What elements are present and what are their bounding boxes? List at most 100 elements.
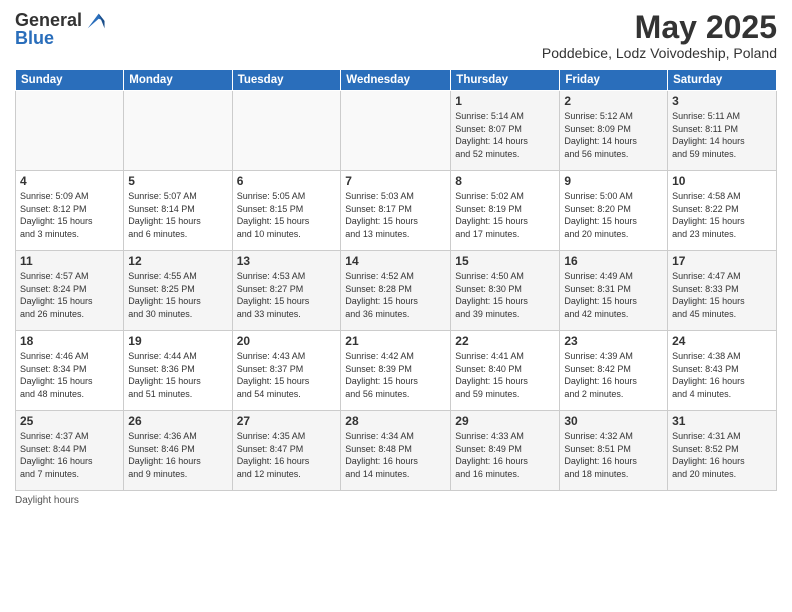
day-info: Sunrise: 4:43 AM Sunset: 8:37 PM Dayligh… (237, 350, 337, 400)
table-row: 6Sunrise: 5:05 AM Sunset: 8:15 PM Daylig… (232, 171, 341, 251)
table-row: 16 Sunrise: 4:49 AM Sunset: 8:31 PM Dayli… (560, 251, 668, 331)
table-row: 20 Sunrise: 4:43 AM Sunset: 8:37 PM Dayli… (232, 331, 341, 411)
logo-icon (84, 10, 106, 32)
day-number: 21 (345, 334, 446, 348)
table-row: 15 Sunrise: 4:50 AM Sunset: 8:30 PM Dayli… (451, 251, 560, 331)
day-number: 4 (20, 174, 119, 188)
table-row: 27 Sunrise: 4:35 AM Sunset: 8:47 PM Dayli… (232, 411, 341, 491)
page: General Blue May 2025 Poddebice, Lodz Vo… (0, 0, 792, 612)
location-title: Poddebice, Lodz Voivodeship, Poland (542, 45, 777, 61)
day-info: Sunrise: 4:44 AM Sunset: 8:36 PM Dayligh… (128, 350, 227, 400)
day-info: Sunrise: 4:41 AM Sunset: 8:40 PM Dayligh… (455, 350, 555, 400)
day-number: 9 (564, 174, 663, 188)
day-number: 25 (20, 414, 119, 428)
header-wednesday: Wednesday (341, 70, 451, 91)
day-info: Sunrise: 4:47 AM Sunset: 8:33 PM Dayligh… (672, 270, 772, 320)
table-row: 17Sunrise: 4:47 AM Sunset: 8:33 PM Dayli… (668, 251, 777, 331)
day-info: Sunrise: 4:57 AM Sunset: 8:24 PM Dayligh… (20, 270, 119, 320)
day-info: Sunrise: 5:12 AM Sunset: 8:09 PM Dayligh… (564, 110, 663, 160)
day-number: 11 (20, 254, 119, 268)
table-row: 10 Sunrise: 4:58 AM Sunset: 8:22 PM Dayli… (668, 171, 777, 251)
table-row (232, 91, 341, 171)
month-title: May 2025 (542, 10, 777, 45)
day-info: Sunrise: 5:03 AM Sunset: 8:17 PM Dayligh… (345, 190, 446, 240)
day-info: Sunrise: 4:46 AM Sunset: 8:34 PM Dayligh… (20, 350, 119, 400)
logo: General Blue (15, 10, 106, 49)
day-number: 29 (455, 414, 555, 428)
week-row-2: 11 Sunrise: 4:57 AM Sunset: 8:24 PM Dayli… (16, 251, 777, 331)
day-number: 13 (237, 254, 337, 268)
table-row: 2 Sunrise: 5:12 AM Sunset: 8:09 PM Daylig… (560, 91, 668, 171)
table-row: 5Sunrise: 5:07 AM Sunset: 8:14 PM Daylig… (124, 171, 232, 251)
day-number: 30 (564, 414, 663, 428)
table-row: 7Sunrise: 5:03 AM Sunset: 8:17 PM Daylig… (341, 171, 451, 251)
title-block: May 2025 Poddebice, Lodz Voivodeship, Po… (542, 10, 777, 61)
table-row: 19 Sunrise: 4:44 AM Sunset: 8:36 PM Dayli… (124, 331, 232, 411)
header-thursday: Thursday (451, 70, 560, 91)
table-row: 14Sunrise: 4:52 AM Sunset: 8:28 PM Dayli… (341, 251, 451, 331)
day-info: Sunrise: 4:42 AM Sunset: 8:39 PM Dayligh… (345, 350, 446, 400)
day-info: Sunrise: 4:50 AM Sunset: 8:30 PM Dayligh… (455, 270, 555, 320)
calendar-header-row: Sunday Monday Tuesday Wednesday Thursday… (16, 70, 777, 91)
day-number: 28 (345, 414, 446, 428)
table-row: 4Sunrise: 5:09 AM Sunset: 8:12 PM Daylig… (16, 171, 124, 251)
day-number: 24 (672, 334, 772, 348)
day-info: Sunrise: 4:35 AM Sunset: 8:47 PM Dayligh… (237, 430, 337, 480)
header-saturday: Saturday (668, 70, 777, 91)
day-number: 19 (128, 334, 227, 348)
table-row: 30Sunrise: 4:32 AM Sunset: 8:51 PM Dayli… (560, 411, 668, 491)
day-info: Sunrise: 4:55 AM Sunset: 8:25 PM Dayligh… (128, 270, 227, 320)
day-info: Sunrise: 4:58 AM Sunset: 8:22 PM Dayligh… (672, 190, 772, 240)
table-row: 22 Sunrise: 4:41 AM Sunset: 8:40 PM Dayli… (451, 331, 560, 411)
day-info: Sunrise: 5:11 AM Sunset: 8:11 PM Dayligh… (672, 110, 772, 160)
header-tuesday: Tuesday (232, 70, 341, 91)
table-row: 26 Sunrise: 4:36 AM Sunset: 8:46 PM Dayli… (124, 411, 232, 491)
week-row-0: 1Sunrise: 5:14 AM Sunset: 8:07 PM Daylig… (16, 91, 777, 171)
day-number: 20 (237, 334, 337, 348)
day-number: 15 (455, 254, 555, 268)
table-row: 23Sunrise: 4:39 AM Sunset: 8:42 PM Dayli… (560, 331, 668, 411)
day-info: Sunrise: 5:07 AM Sunset: 8:14 PM Dayligh… (128, 190, 227, 240)
day-info: Sunrise: 4:53 AM Sunset: 8:27 PM Dayligh… (237, 270, 337, 320)
day-number: 14 (345, 254, 446, 268)
table-row: 11 Sunrise: 4:57 AM Sunset: 8:24 PM Dayli… (16, 251, 124, 331)
header-friday: Friday (560, 70, 668, 91)
day-number: 31 (672, 414, 772, 428)
day-info: Sunrise: 4:36 AM Sunset: 8:46 PM Dayligh… (128, 430, 227, 480)
day-number: 26 (128, 414, 227, 428)
week-row-3: 18 Sunrise: 4:46 AM Sunset: 8:34 PM Dayli… (16, 331, 777, 411)
table-row: 12Sunrise: 4:55 AM Sunset: 8:25 PM Dayli… (124, 251, 232, 331)
table-row: 9Sunrise: 5:00 AM Sunset: 8:20 PM Daylig… (560, 171, 668, 251)
day-number: 18 (20, 334, 119, 348)
day-info: Sunrise: 4:37 AM Sunset: 8:44 PM Dayligh… (20, 430, 119, 480)
table-row: 24 Sunrise: 4:38 AM Sunset: 8:43 PM Dayli… (668, 331, 777, 411)
day-number: 8 (455, 174, 555, 188)
day-number: 1 (455, 94, 555, 108)
table-row: 31Sunrise: 4:31 AM Sunset: 8:52 PM Dayli… (668, 411, 777, 491)
table-row: 3 Sunrise: 5:11 AM Sunset: 8:11 PM Daylig… (668, 91, 777, 171)
day-number: 10 (672, 174, 772, 188)
table-row: 13 Sunrise: 4:53 AM Sunset: 8:27 PM Dayli… (232, 251, 341, 331)
day-number: 2 (564, 94, 663, 108)
table-row: 29 Sunrise: 4:33 AM Sunset: 8:49 PM Dayli… (451, 411, 560, 491)
day-info: Sunrise: 5:05 AM Sunset: 8:15 PM Dayligh… (237, 190, 337, 240)
table-row (124, 91, 232, 171)
day-number: 27 (237, 414, 337, 428)
day-number: 22 (455, 334, 555, 348)
day-number: 16 (564, 254, 663, 268)
table-row: 21 Sunrise: 4:42 AM Sunset: 8:39 PM Dayli… (341, 331, 451, 411)
day-info: Sunrise: 4:38 AM Sunset: 8:43 PM Dayligh… (672, 350, 772, 400)
day-info: Sunrise: 4:33 AM Sunset: 8:49 PM Dayligh… (455, 430, 555, 480)
day-number: 23 (564, 334, 663, 348)
header-monday: Monday (124, 70, 232, 91)
table-row: 1Sunrise: 5:14 AM Sunset: 8:07 PM Daylig… (451, 91, 560, 171)
table-row (16, 91, 124, 171)
daylight-label: Daylight hours (15, 495, 79, 506)
header-sunday: Sunday (16, 70, 124, 91)
day-info: Sunrise: 5:02 AM Sunset: 8:19 PM Dayligh… (455, 190, 555, 240)
day-info: Sunrise: 4:49 AM Sunset: 8:31 PM Dayligh… (564, 270, 663, 320)
day-info: Sunrise: 4:34 AM Sunset: 8:48 PM Dayligh… (345, 430, 446, 480)
table-row: 28 Sunrise: 4:34 AM Sunset: 8:48 PM Dayli… (341, 411, 451, 491)
week-row-1: 4Sunrise: 5:09 AM Sunset: 8:12 PM Daylig… (16, 171, 777, 251)
day-number: 3 (672, 94, 772, 108)
